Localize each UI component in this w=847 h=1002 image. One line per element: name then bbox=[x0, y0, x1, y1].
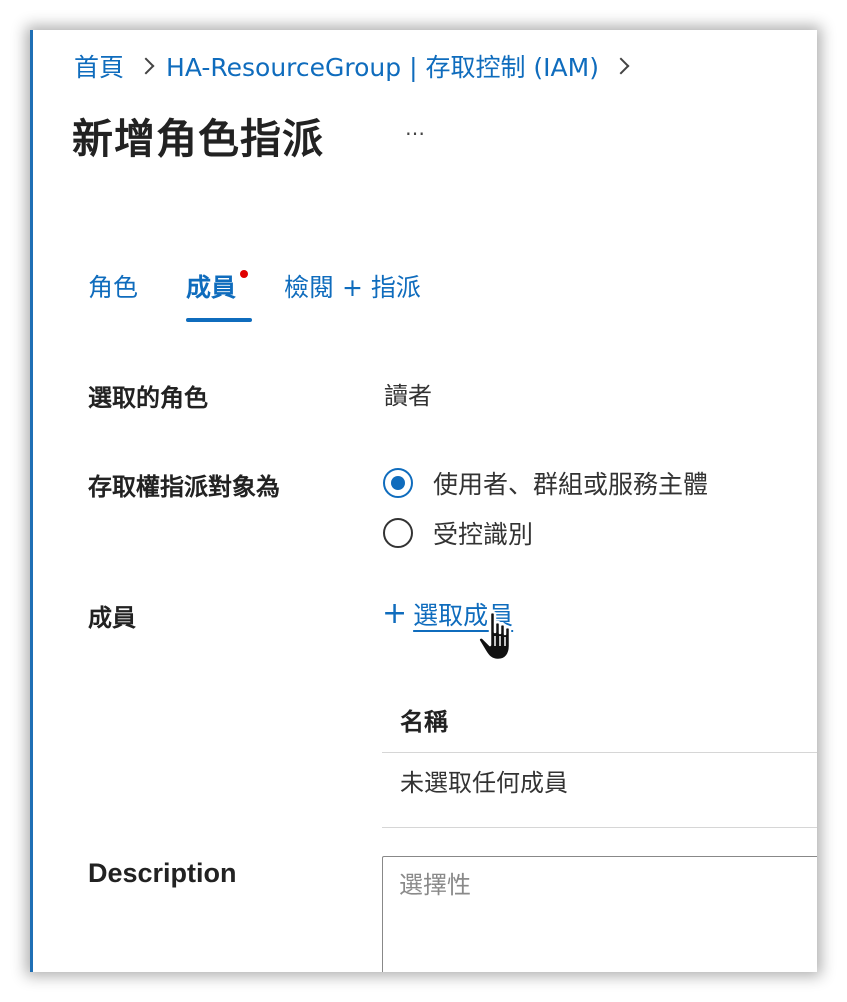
more-options-button[interactable]: … bbox=[405, 116, 427, 140]
chevron-right-icon bbox=[612, 57, 630, 75]
tab-review-assign[interactable]: 檢閱 + 指派 bbox=[284, 268, 421, 322]
chevron-right-icon bbox=[137, 57, 155, 75]
table-bottom-divider bbox=[382, 827, 817, 828]
selected-role-label: 選取的角色 bbox=[88, 384, 208, 412]
tab-review-assign-label: 檢閱 + 指派 bbox=[284, 273, 421, 302]
members-label: 成員 bbox=[88, 604, 136, 632]
breadcrumb-resource-link[interactable]: HA-ResourceGroup | 存取控制 (IAM) bbox=[166, 48, 599, 84]
blade-panel: 首頁 HA-ResourceGroup | 存取控制 (IAM) 新增角色指派 … bbox=[30, 30, 817, 972]
radio-checked-icon[interactable] bbox=[383, 468, 413, 498]
plus-icon: + bbox=[382, 596, 408, 631]
radio-unchecked-icon[interactable] bbox=[383, 518, 413, 548]
tab-members-label: 成員 bbox=[186, 273, 237, 302]
hand-pointer-cursor-icon bbox=[477, 610, 512, 662]
page-title: 新增角色指派 bbox=[72, 115, 324, 163]
breadcrumb: 首頁 HA-ResourceGroup | 存取控制 (IAM) bbox=[74, 50, 641, 82]
selected-role-value: 讀者 bbox=[384, 382, 432, 410]
description-label: Description bbox=[88, 858, 237, 888]
description-placeholder: 選擇性 bbox=[399, 871, 471, 899]
error-dot-icon bbox=[240, 270, 249, 278]
tab-role-label: 角色 bbox=[88, 273, 139, 302]
table-header-name: 名稱 bbox=[400, 708, 448, 736]
description-textarea[interactable]: 選擇性 bbox=[382, 856, 817, 972]
assign-access-label: 存取權指派對象為 bbox=[88, 473, 280, 501]
table-header-divider bbox=[382, 752, 817, 753]
radio-user-group-sp[interactable]: 使用者、群組或服務主體 bbox=[383, 465, 708, 501]
panel-left-border bbox=[30, 30, 33, 972]
tab-bar: 角色 成員 檢閱 + 指派 bbox=[88, 268, 469, 324]
tab-members[interactable]: 成員 bbox=[186, 268, 253, 322]
table-empty-message: 未選取任何成員 bbox=[400, 769, 568, 797]
radio-managed-identity-label: 受控識別 bbox=[433, 520, 534, 549]
radio-managed-identity[interactable]: 受控識別 bbox=[383, 515, 533, 551]
radio-user-group-sp-label: 使用者、群組或服務主體 bbox=[433, 470, 709, 499]
tab-role[interactable]: 角色 bbox=[88, 268, 138, 322]
breadcrumb-home-link[interactable]: 首頁 bbox=[74, 48, 124, 84]
